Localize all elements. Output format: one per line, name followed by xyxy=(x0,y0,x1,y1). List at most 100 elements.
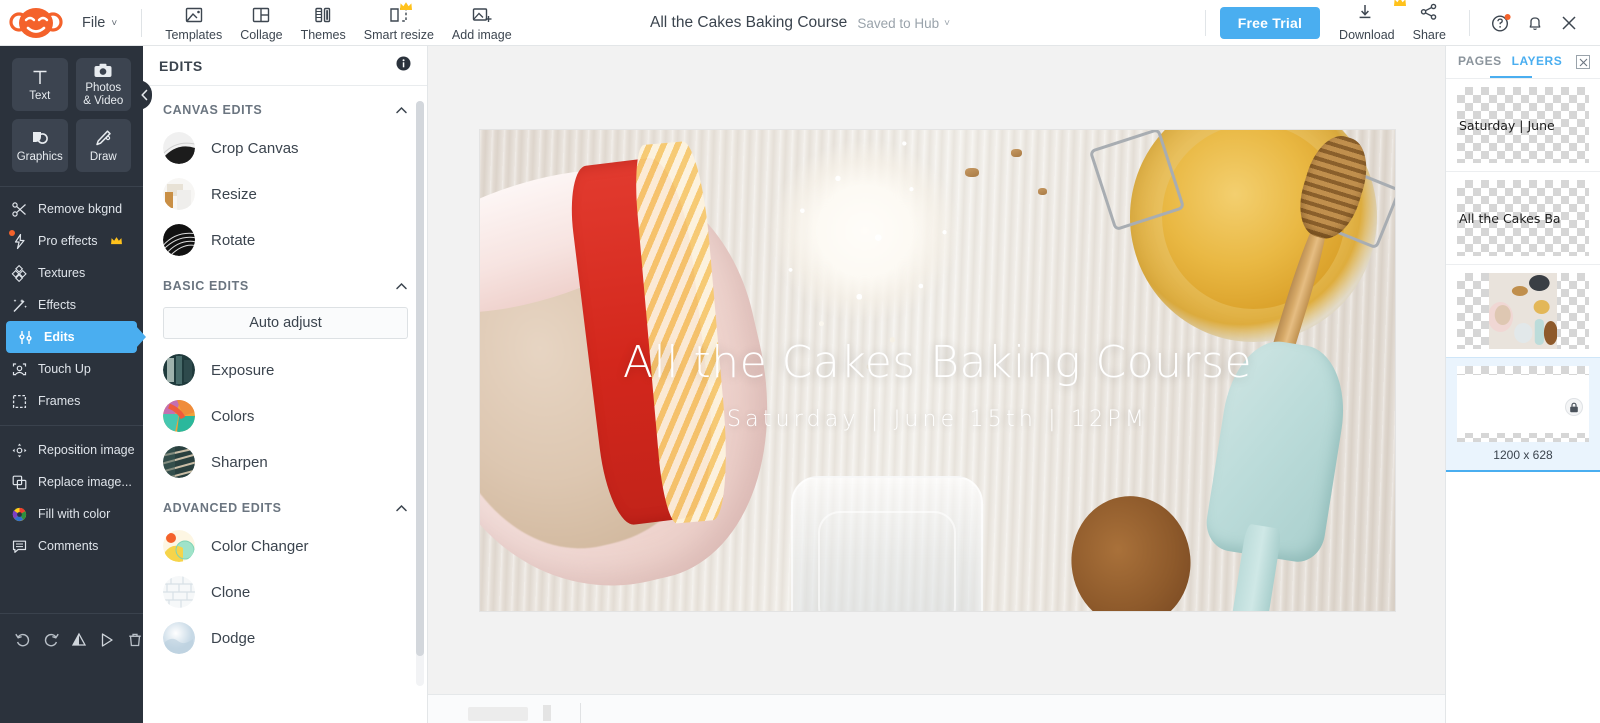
chevron-down-icon: ˅ xyxy=(944,17,950,29)
layer-item-image[interactable] xyxy=(1446,264,1600,357)
bottom-toolbar-item[interactable] xyxy=(543,705,551,721)
undo-icon[interactable] xyxy=(14,630,32,650)
sidebar-item-edits[interactable]: Edits xyxy=(6,321,146,353)
tool-label: Collage xyxy=(240,27,283,42)
sidebar-item-fill-with-color[interactable]: Fill with color xyxy=(0,498,143,530)
close-panel-icon[interactable] xyxy=(1576,55,1590,69)
sidebar-tool-text[interactable]: Text xyxy=(12,58,68,111)
bottom-toolbar-item[interactable] xyxy=(468,707,528,721)
sidebar-item-effects[interactable]: Effects xyxy=(0,289,143,321)
edit-row-sharpen[interactable]: Sharpen xyxy=(143,439,428,485)
graphics-shapes-icon xyxy=(32,131,48,144)
flip-horizontal-icon[interactable] xyxy=(98,630,116,650)
layer-item-text-saturday[interactable]: Saturday | June xyxy=(1446,78,1600,171)
sidebar-tool-graphics[interactable]: Graphics xyxy=(12,119,68,172)
colors-thumb xyxy=(163,400,195,432)
edit-row-dodge[interactable]: Dodge xyxy=(143,615,428,661)
tool-label: Themes xyxy=(300,27,346,42)
tool-collage[interactable]: Collage xyxy=(231,4,291,46)
canvas-text-layers: All the Cakes Baking Course Saturday | J… xyxy=(480,130,1395,611)
sidebar-item-label: Textures xyxy=(38,266,86,280)
share-button[interactable]: Share xyxy=(1404,0,1455,46)
edit-row-label: Color Changer xyxy=(211,537,309,555)
chevron-up-icon xyxy=(396,282,407,289)
download-label: Download xyxy=(1339,28,1395,42)
sidebar-tool-label: Graphics xyxy=(16,150,63,163)
sidebar-item-comments[interactable]: Comments xyxy=(0,530,143,562)
sidebar-tool-photos-video[interactable]: Photos & Video xyxy=(75,58,131,111)
info-circle-icon[interactable] xyxy=(396,56,411,76)
edits-panel: EDITS CANVAS EDITS Crop Canvas Resize Ro… xyxy=(143,46,428,723)
edits-scroll-content: CANVAS EDITS Crop Canvas Resize Rotate B… xyxy=(143,87,428,661)
sidebar-item-label: Fill with color xyxy=(38,507,111,521)
chevron-up-icon xyxy=(396,106,407,113)
chevron-down-icon: ˅ xyxy=(111,18,118,29)
file-menu-button[interactable]: File ˅ xyxy=(76,11,123,35)
magic-wand-icon xyxy=(10,296,28,314)
sidebar-item-label: Touch Up xyxy=(38,362,91,376)
canvas-workspace[interactable]: All the Cakes Baking Course Saturday | J… xyxy=(428,46,1445,694)
sidebar-item-touch-up[interactable]: Touch Up xyxy=(0,353,143,385)
layer-item-text-title[interactable]: All the Cakes Ba xyxy=(1446,171,1600,264)
tool-add-image[interactable]: Add image xyxy=(443,4,521,46)
sidebar-tool-label: Photos & Video xyxy=(83,82,124,107)
section-header-canvas-edits[interactable]: CANVAS EDITS xyxy=(143,87,428,125)
canvas-subtitle-text[interactable]: Saturday | June 15th | 12PM xyxy=(480,407,1395,432)
tab-pages[interactable]: PAGES xyxy=(1458,54,1502,70)
close-x-icon xyxy=(1562,16,1576,30)
auto-adjust-button[interactable]: Auto adjust xyxy=(163,307,408,339)
top-tool-group: Templates Collage Themes Smart resize Ad… xyxy=(156,0,520,46)
edits-panel-scrollbar[interactable] xyxy=(416,101,424,686)
flip-vertical-icon[interactable] xyxy=(70,630,88,650)
tool-smart-resize[interactable]: Smart resize xyxy=(355,1,443,46)
pro-crown-icon xyxy=(399,1,412,10)
edit-row-color-changer[interactable]: Color Changer xyxy=(143,523,428,569)
sidebar-item-label: Frames xyxy=(38,394,81,408)
tab-layers[interactable]: LAYERS xyxy=(1512,54,1563,70)
page-title[interactable]: All the Cakes Baking Course xyxy=(650,14,847,32)
layer-thumbnail: All the Cakes Ba xyxy=(1457,180,1589,256)
chevron-left-icon xyxy=(140,89,147,101)
saved-status[interactable]: Saved to Hub ˅ xyxy=(857,16,950,31)
close-button[interactable] xyxy=(1552,6,1586,40)
sidebar-item-frames[interactable]: Frames xyxy=(0,385,143,417)
help-button[interactable] xyxy=(1484,6,1518,40)
edit-row-label: Dodge xyxy=(211,629,256,647)
canvas-size-label: 1200 x 628 xyxy=(1493,448,1553,462)
sidebar-tool-draw[interactable]: Draw xyxy=(75,119,131,172)
tool-label: Smart resize xyxy=(363,27,434,42)
replace-image-icon xyxy=(10,473,28,491)
sidebar-item-reposition-image[interactable]: Reposition image xyxy=(0,434,143,466)
edit-row-clone[interactable]: Clone xyxy=(143,569,428,615)
section-header-basic-edits[interactable]: BASIC EDITS xyxy=(143,263,428,301)
layer-item-background[interactable]: 1200 x 628 xyxy=(1446,357,1600,472)
edit-row-exposure[interactable]: Exposure xyxy=(143,347,428,393)
sidebar-item-pro-effects[interactable]: Pro effects xyxy=(0,225,143,257)
lock-icon[interactable] xyxy=(1565,398,1583,416)
tool-themes[interactable]: Themes xyxy=(292,4,355,46)
free-trial-button[interactable]: Free Trial xyxy=(1219,7,1321,39)
tool-templates[interactable]: Templates xyxy=(156,4,231,46)
bottom-toolbar[interactable] xyxy=(428,694,1445,723)
logo-container[interactable] xyxy=(0,6,72,40)
text-T-icon xyxy=(33,70,47,84)
notifications-button[interactable] xyxy=(1518,6,1552,40)
sidebar-item-textures[interactable]: Textures xyxy=(0,257,143,289)
section-header-advanced-edits[interactable]: ADVANCED EDITS xyxy=(143,485,428,523)
canvas-title-text[interactable]: All the Cakes Baking Course xyxy=(480,337,1395,388)
tool-label: Templates xyxy=(165,27,223,42)
edit-row-colors[interactable]: Colors xyxy=(143,393,428,439)
redo-icon[interactable] xyxy=(42,630,60,650)
comment-bubble-icon xyxy=(10,537,28,555)
scrollbar-thumb[interactable] xyxy=(416,101,424,656)
smart-resize-icon xyxy=(388,1,412,26)
bottom-toolbar-divider xyxy=(580,703,581,723)
edit-row-rotate[interactable]: Rotate xyxy=(143,217,428,263)
edit-row-resize[interactable]: Resize xyxy=(143,171,428,217)
sidebar-item-remove-bkgnd[interactable]: Remove bkgnd xyxy=(0,193,143,225)
sidebar-item-replace-image[interactable]: Replace image... xyxy=(0,466,143,498)
trash-icon[interactable] xyxy=(126,630,144,650)
edit-row-crop-canvas[interactable]: Crop Canvas xyxy=(143,125,428,171)
design-canvas[interactable]: All the Cakes Baking Course Saturday | J… xyxy=(480,130,1395,611)
download-button[interactable]: Download xyxy=(1330,0,1406,46)
